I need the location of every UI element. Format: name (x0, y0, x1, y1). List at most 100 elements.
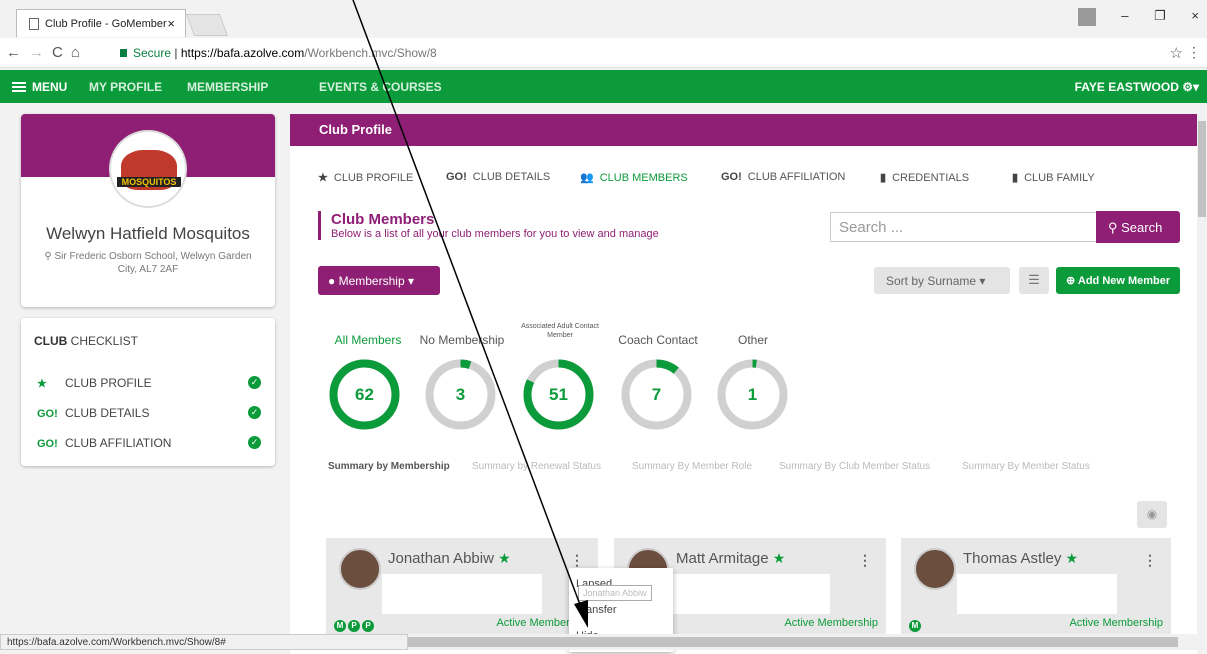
nav-my-profile[interactable]: MY PROFILE (89, 80, 162, 94)
bookmark-star-icon[interactable]: ☆ (1170, 44, 1183, 62)
scroll-thumb[interactable] (1198, 121, 1206, 217)
search-input[interactable]: Search ... (830, 212, 1098, 242)
go-icon: GO! (37, 438, 58, 450)
summary-ring[interactable]: 62 (328, 358, 401, 431)
member-badges: M (909, 615, 923, 633)
search-button-label: Search (1121, 220, 1163, 235)
window-controls: – ❐ × (1056, 8, 1199, 26)
tab-club-profile[interactable]: ★ CLUB PROFILE (318, 171, 413, 184)
toggle-visibility-button[interactable]: ◉ (1137, 501, 1167, 528)
user-icon: ● (328, 274, 339, 288)
more-options-icon[interactable]: ⋮ (570, 552, 584, 569)
scroll-thumb[interactable] (408, 637, 1178, 647)
browser-menu-icon[interactable]: ⋮ (1187, 44, 1201, 61)
tab-credentials[interactable]: ▮ CREDENTIALS (880, 171, 969, 184)
tab-club-affiliation[interactable]: GO! CLUB AFFILIATION (721, 171, 845, 183)
forward-icon[interactable]: → (29, 44, 52, 61)
checklist-item-label: CLUB PROFILE (65, 376, 152, 390)
add-new-member-button[interactable]: ⊕ Add New Member (1056, 267, 1180, 294)
check-icon: ✓ (248, 406, 261, 419)
vertical-scrollbar[interactable] (1197, 103, 1207, 633)
restore-icon[interactable]: ❐ (1154, 8, 1166, 24)
member-name: Thomas Astley ★ (963, 550, 1078, 567)
close-tab-icon[interactable]: × (167, 16, 175, 31)
sort-dropdown[interactable]: Sort by Surname ▾ (874, 267, 1010, 294)
reload-icon[interactable]: C (52, 44, 71, 61)
new-tab-button[interactable] (185, 14, 229, 36)
category-coach-contact[interactable]: Coach Contact (608, 333, 708, 347)
nav-membership[interactable]: MEMBERSHIP (187, 80, 268, 94)
summary-ring[interactable]: 51 (522, 358, 595, 431)
redacted-details (670, 574, 830, 614)
club-logo: MOSQUITOS (109, 130, 187, 208)
name-tooltip: Jonathan Abbiw (578, 585, 652, 601)
go-icon: GO! (721, 171, 742, 183)
url-field[interactable]: Secure | https://bafa.azolve.com/Workben… (120, 46, 437, 60)
menu-item-transfer[interactable]: Transfer (576, 604, 617, 616)
section-title: Club Members (331, 211, 435, 228)
check-icon: ✓ (248, 436, 261, 449)
star-icon: ★ (498, 550, 511, 566)
star-icon: ★ (37, 378, 47, 390)
search-button[interactable]: ⚲ Search (1096, 211, 1180, 243)
close-window-icon[interactable]: × (1191, 8, 1199, 23)
checklist-item-club-details[interactable]: GO! CLUB DETAILS ✓ (37, 406, 261, 420)
category-no-membership[interactable]: No Membership (412, 333, 512, 347)
club-name: Welwyn Hatfield Mosquitos (46, 224, 250, 243)
ring-value: 1 (747, 385, 758, 404)
more-options-icon[interactable]: ⋮ (1143, 552, 1157, 569)
minimize-icon[interactable]: – (1121, 8, 1128, 23)
browser-chrome: Club Profile - GoMember × – ❐ × ←→C⌂ Sec… (0, 0, 1207, 70)
summary-by-renewal-link[interactable]: Summary by Renewal Status (472, 461, 601, 472)
checklist-item-label: CLUB AFFILIATION (65, 436, 172, 450)
category-associated-adult[interactable]: Associated Adult Contact Member (520, 322, 600, 340)
member-card[interactable]: Thomas Astley ★ ⋮ M Active Membership (901, 538, 1171, 634)
avatar (339, 548, 381, 590)
category-all-members[interactable]: All Members (328, 333, 408, 347)
main-panel: Club Profile ★ CLUB PROFILE GO! CLUB DETAI… (290, 114, 1197, 654)
summary-by-club-status-link[interactable]: Summary By Club Member Status (779, 461, 930, 472)
page-icon (29, 18, 39, 30)
membership-badge: M (909, 620, 921, 632)
summary-ring[interactable]: 1 (716, 358, 789, 431)
user-name: FAYE EASTWOOD (1074, 80, 1179, 94)
member-name-text: Jonathan Abbiw (388, 550, 494, 567)
member-card[interactable]: Jonathan Abbiw ★ ⋮ MPP Active Membership (326, 538, 598, 634)
tab-label: CLUB MEMBERS (599, 172, 688, 184)
tab-club-family[interactable]: ▮ CLUB FAMILY (1012, 171, 1095, 184)
member-status: Active Membership (784, 617, 878, 629)
member-badges: MPP (334, 615, 376, 633)
summary-by-member-status-link[interactable]: Summary By Member Status (962, 461, 1090, 472)
checklist-item-club-profile[interactable]: ★ CLUB PROFILE ✓ (37, 376, 261, 390)
star-icon: ★ (1065, 550, 1079, 566)
summary-ring[interactable]: 3 (424, 358, 497, 431)
membership-dropdown-button[interactable]: ● Membership ▾ (318, 266, 440, 295)
member-status: Active Membership (1069, 617, 1163, 629)
club-address-text: Sir Frederic Osborn School, Welwyn Garde… (54, 251, 252, 275)
summary-by-role-link[interactable]: Summary By Member Role (632, 461, 752, 472)
checklist-item-club-affiliation[interactable]: GO! CLUB AFFILIATION ✓ (37, 436, 261, 450)
go-icon: GO! (37, 408, 58, 420)
nav-events-courses[interactable]: EVENTS & COURSES (319, 80, 442, 94)
checklist-title-rest: CHECKLIST (67, 334, 139, 348)
tab-label: CREDENTIALS (892, 172, 970, 184)
home-icon[interactable]: ⌂ (71, 44, 88, 61)
tab-club-members[interactable]: 👥 CLUB MEMBERS (580, 171, 688, 184)
category-other[interactable]: Other (708, 333, 798, 347)
profile-icon[interactable] (1077, 8, 1096, 26)
url-domain: https://bafa.azolve.com (180, 46, 305, 60)
address-bar: ←→C⌂ Secure | https://bafa.azolve.com/Wo… (0, 38, 1207, 68)
user-menu[interactable]: FAYE EASTWOOD ⚙▾ (1075, 80, 1199, 94)
summary-ring[interactable]: 7 (620, 358, 693, 431)
search-icon: ⚲ (1108, 220, 1122, 235)
avatar (914, 548, 956, 590)
ring-value: 7 (651, 385, 662, 404)
summary-by-membership-link[interactable]: Summary by Membership (328, 461, 450, 472)
browser-tab[interactable]: Club Profile - GoMember × (16, 9, 186, 37)
more-options-icon[interactable]: ⋮ (858, 552, 872, 569)
list-view-button[interactable]: ☰ (1019, 267, 1049, 294)
check-icon: ✓ (248, 376, 261, 389)
menu-button[interactable]: MENU (12, 80, 67, 94)
back-icon[interactable]: ← (6, 44, 29, 61)
tab-club-details[interactable]: GO! CLUB DETAILS (446, 171, 550, 183)
